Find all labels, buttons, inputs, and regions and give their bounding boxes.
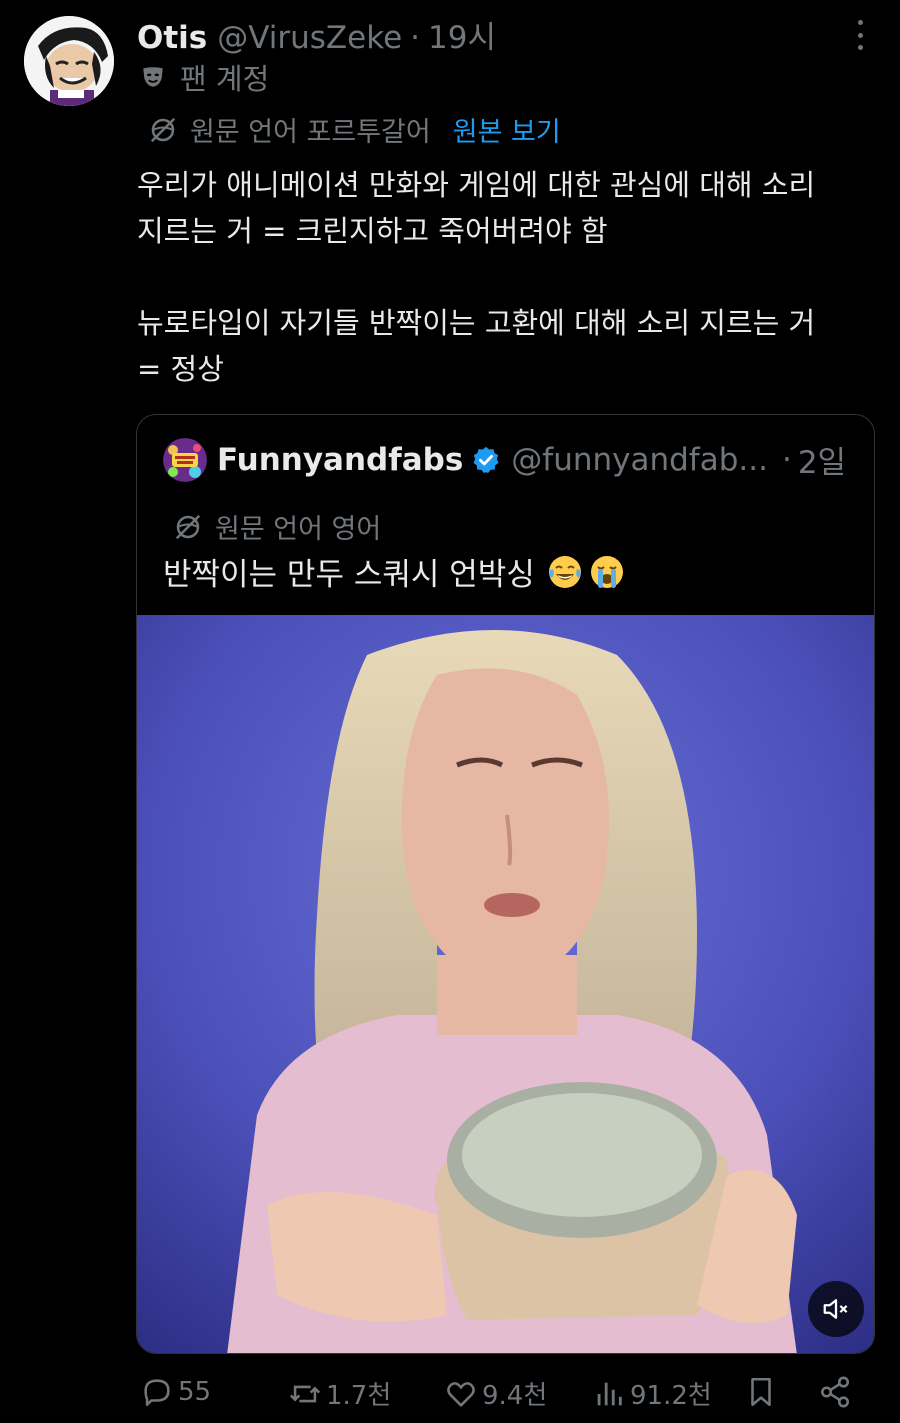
author-handle[interactable]: @VirusZeke (217, 20, 402, 56)
view-count: 91.2천 (630, 1381, 712, 1411)
reply-count: 55 (178, 1377, 212, 1407)
bookmark-icon (751, 1377, 771, 1407)
like-count: 9.4천 (482, 1381, 548, 1411)
face-with-tears-of-joy-icon (548, 555, 581, 588)
quoted-tweet-header: Funnyandfabs @funnyandfab... · 2일 (163, 437, 846, 482)
views-chart-icon (597, 1382, 622, 1405)
translate-icon (150, 117, 176, 142)
translation-notice: 원문 언어 포르투갈어 원본 보기 (148, 110, 561, 149)
tweet-text-line: 뉴로타입이 자기들 반짝이는 고환에 대해 소리 지르는 거 (137, 306, 816, 340)
quoted-tweet-text: 반짝이는 만두 스쿼시 언박싱 (163, 557, 535, 593)
quoted-tweet[interactable]: Funnyandfabs @funnyandfab... · 2일 원문 언어 … (136, 414, 875, 1354)
like-button[interactable]: 9.4천 (444, 1375, 547, 1412)
video-thumbnail (137, 615, 874, 1353)
share-icon (820, 1376, 850, 1408)
mute-toggle-button[interactable] (808, 1281, 864, 1337)
retweet-icon (289, 1385, 321, 1402)
tweet-text-line: 우리가 애니메이션 만화와 게임에 대한 관심에 대해 소리 (137, 168, 816, 202)
fan-account-row: 팬 계정 (140, 56, 269, 98)
reply-button[interactable]: 55 (140, 1375, 211, 1409)
loudly-crying-face-icon (590, 555, 623, 588)
tweet-header: Otis @VirusZeke · 19시 (137, 12, 496, 57)
quoted-tweet-body: 반짝이는 만두 스쿼시 언박싱 (163, 549, 625, 594)
quoted-translation-notice: 원문 언어 영어 (173, 507, 381, 546)
fan-account-label: 팬 계정 (180, 62, 270, 96)
show-original-link[interactable]: 원본 보기 (453, 110, 561, 149)
verified-badge-icon (473, 446, 499, 473)
quoted-author-avatar[interactable] (163, 437, 207, 482)
retweet-count: 1.7천 (326, 1381, 392, 1411)
retweet-button[interactable]: 1.7천 (288, 1375, 391, 1412)
author-avatar[interactable] (24, 16, 114, 106)
translate-icon (175, 514, 201, 539)
tweet-timestamp[interactable]: 19시 (428, 12, 496, 57)
share-button[interactable] (818, 1375, 852, 1409)
quoted-timestamp[interactable]: 2일 (798, 437, 846, 482)
tweet-body: 우리가 애니메이션 만화와 게임에 대한 관심에 대해 소리 지르는 거 = 크… (137, 162, 867, 392)
tweet-text-line: = 정상 (137, 352, 224, 386)
translation-language: 원문 언어 포르투갈어 (190, 117, 431, 148)
heart-icon (447, 1381, 475, 1407)
more-options-icon[interactable] (852, 20, 868, 50)
reply-icon (144, 1379, 170, 1407)
video-player[interactable] (137, 615, 874, 1353)
tweet-text-line: 지르는 거 = 크린지하고 죽어버려야 함 (137, 214, 608, 248)
separator-dot: · (781, 441, 792, 478)
separator-dot: · (410, 20, 421, 56)
bookmark-button[interactable] (744, 1375, 778, 1409)
muted-speaker-icon (823, 1299, 848, 1319)
quoted-author-handle[interactable]: @funnyandfab... (511, 442, 768, 478)
views-button[interactable]: 91.2천 (592, 1375, 712, 1412)
theater-mask-icon (143, 67, 163, 87)
tweet-action-bar: 55 1.7천 9.4천 91.2천 (0, 1375, 900, 1423)
author-display-name[interactable]: Otis (137, 20, 207, 56)
quoted-translation-language: 원문 언어 영어 (215, 514, 382, 545)
quoted-author-name[interactable]: Funnyandfabs (217, 442, 463, 478)
